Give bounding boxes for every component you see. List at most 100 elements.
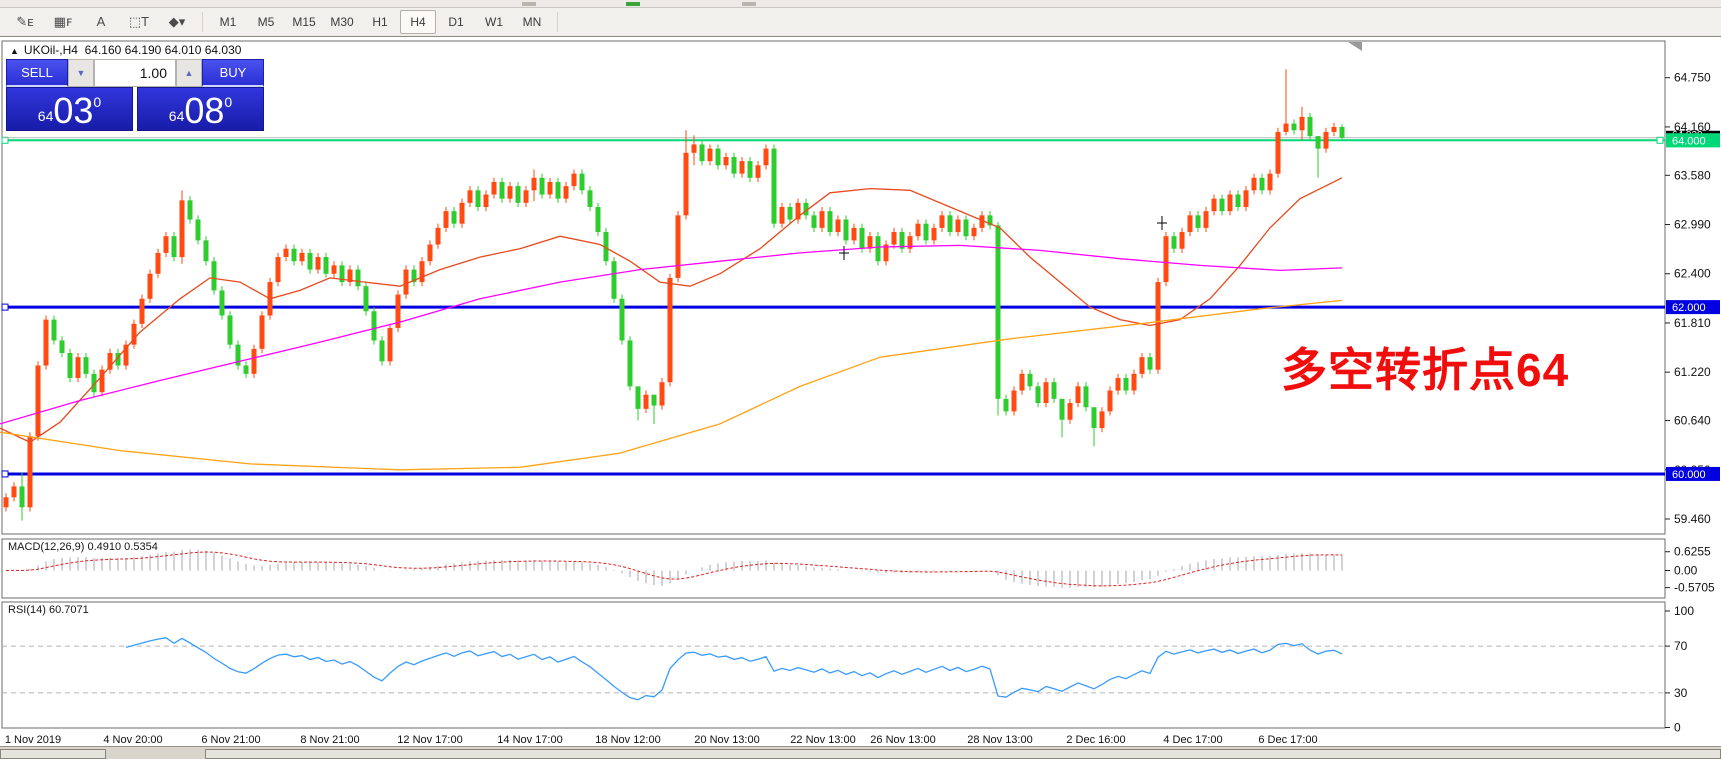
- hline-handle[interactable]: [1656, 136, 1664, 144]
- elliott-wave-icon[interactable]: ✎ᴇ: [7, 10, 43, 34]
- candle-body: [1291, 123, 1297, 131]
- candle-body: [1187, 215, 1193, 233]
- volume-up-stepper[interactable]: ▲: [176, 59, 202, 87]
- candle-body: [483, 194, 489, 208]
- candle-body: [507, 186, 513, 199]
- candle-body: [851, 227, 857, 241]
- price-tick-label: 62.400: [1674, 267, 1711, 281]
- candle-body: [163, 236, 169, 253]
- one-click-trading-panel: SELL ▼ 1.00 ▲ BUY 64 03 0 64 08 0: [6, 59, 264, 131]
- collapse-triangle-icon[interactable]: ▲: [10, 46, 19, 56]
- volume-input[interactable]: 1.00: [94, 59, 176, 87]
- time-axis-label: 8 Nov 21:00: [300, 734, 359, 746]
- drawing-tools: ✎ᴇ ▦ꜰ A ⬚T ◆▾: [6, 10, 196, 34]
- candle-body: [443, 211, 449, 228]
- candle-body: [363, 286, 369, 312]
- candle-body: [659, 382, 665, 406]
- candle-body: [723, 156, 729, 166]
- candle-body: [555, 181, 561, 199]
- candle-body: [211, 261, 217, 291]
- candle-body: [203, 240, 209, 262]
- candle-body: [563, 186, 569, 199]
- candle-body: [939, 215, 945, 228]
- timeframe-m1-button[interactable]: M1: [210, 10, 246, 34]
- candle-body: [1219, 198, 1225, 212]
- rsi-tick-label: 0: [1674, 721, 1681, 735]
- timeframe-d1-button[interactable]: D1: [438, 10, 474, 34]
- timeframe-buttons: M1 M5 M15 M30 H1 H4 D1 W1 MN: [209, 9, 551, 34]
- timeframe-m30-button[interactable]: M30: [324, 10, 360, 34]
- price-tick-label: 61.810: [1674, 316, 1711, 330]
- timeframe-h4-button[interactable]: H4: [400, 9, 436, 34]
- candle-body: [259, 315, 265, 349]
- toolbar-separator: [557, 11, 558, 32]
- macd-tick-label: 0.00: [1674, 564, 1698, 578]
- candle-body: [955, 219, 961, 233]
- buy-button[interactable]: BUY: [202, 59, 264, 87]
- candle-body: [523, 190, 529, 203]
- candle-body: [763, 148, 769, 166]
- sell-button[interactable]: SELL: [6, 59, 68, 87]
- candle-body: [475, 190, 481, 208]
- hline-price-label: 64.000: [1672, 135, 1706, 147]
- candle-body: [19, 486, 25, 508]
- timeframe-m15-button[interactable]: M15: [286, 10, 322, 34]
- candle-body: [891, 232, 897, 245]
- candle-body: [811, 215, 817, 228]
- timeframe-h1-button[interactable]: H1: [362, 10, 398, 34]
- candle-body: [539, 177, 545, 195]
- candle-body: [931, 227, 937, 241]
- candle-body: [1275, 131, 1281, 174]
- candle-body: [307, 252, 313, 270]
- candle-body: [299, 252, 305, 262]
- time-axis-label: 6 Dec 17:00: [1258, 734, 1317, 746]
- candle-body: [779, 207, 785, 224]
- candle-body: [491, 181, 497, 195]
- candle-body: [467, 190, 473, 203]
- candle-body: [571, 173, 577, 187]
- candle-body: [1203, 211, 1209, 228]
- chart-window[interactable]: 64.750 64.160 63.580 62.990 62.400 61.810 61.2…: [0, 36, 1721, 759]
- candle-body: [219, 290, 225, 316]
- candle-body: [43, 319, 49, 366]
- candle-body: [147, 273, 153, 299]
- candle-body: [1107, 390, 1113, 412]
- candle-body: [1227, 194, 1233, 212]
- buy-price-display[interactable]: 64 08 0: [137, 87, 264, 131]
- shapes-dropdown-icon[interactable]: ◆▾: [159, 10, 195, 34]
- chart-title: ▲ UKOil-,H4 64.160 64.190 64.010 64.030: [10, 43, 241, 57]
- timeframe-w1-button[interactable]: W1: [476, 10, 512, 34]
- timeframe-m5-button[interactable]: M5: [248, 10, 284, 34]
- rsi-pane-border: [1, 601, 1666, 729]
- rsi-tick-label: 30: [1674, 686, 1688, 700]
- partial-icon: [522, 2, 536, 6]
- candle-body: [755, 165, 761, 178]
- candle-body: [1059, 398, 1065, 420]
- candle-body: [1123, 378, 1129, 391]
- timeframe-mn-button[interactable]: MN: [514, 10, 550, 34]
- hline-handle[interactable]: [1, 303, 9, 311]
- chinese-annotation-text: 多空转折点64: [1281, 344, 1570, 396]
- candle-body: [947, 215, 953, 233]
- macd-indicator-label: MACD(12,26,9) 0.4910 0.5354: [8, 541, 158, 553]
- sell-price-display[interactable]: 64 03 0: [6, 87, 133, 131]
- volume-down-stepper[interactable]: ▼: [68, 59, 94, 87]
- candle-body: [611, 261, 617, 299]
- candle-body: [283, 248, 289, 258]
- fibonacci-grid-icon[interactable]: ▦ꜰ: [45, 10, 81, 34]
- upper-toolbar-partial: [0, 0, 1721, 8]
- candle-body: [683, 152, 689, 216]
- text-label-icon[interactable]: ⬚T: [121, 10, 157, 34]
- price-tick-label: 61.220: [1674, 365, 1711, 379]
- ohlc-values: 64.160 64.190 64.010 64.030: [84, 43, 242, 57]
- candle-body: [331, 265, 337, 274]
- candle-body: [1091, 407, 1097, 429]
- candle-body: [1019, 373, 1025, 391]
- candle-body: [691, 144, 697, 153]
- candle-body: [635, 386, 641, 409]
- hline-handle[interactable]: [1, 470, 9, 478]
- candle-body: [1259, 177, 1265, 191]
- text-icon[interactable]: A: [83, 10, 119, 34]
- chart-shift-marker: [1348, 42, 1362, 51]
- bottom-scroll-strip[interactable]: [0, 746, 1721, 759]
